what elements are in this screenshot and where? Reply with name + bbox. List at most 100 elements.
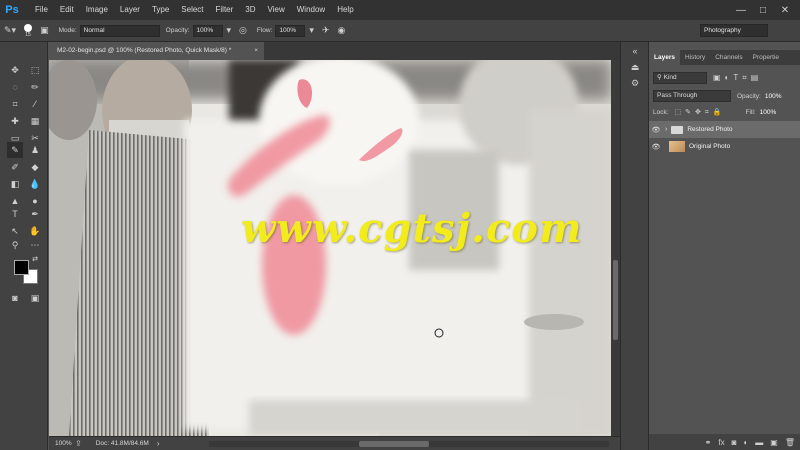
share-icon[interactable]: ⇪ (75, 439, 82, 448)
options-bar: ✎▾ 15 ▣ Mode: Normal Opacity: 100% ▾ ◎ F… (0, 20, 800, 42)
pen-tool-icon[interactable]: ✒ (27, 206, 43, 222)
quick-select-tool-icon[interactable]: ✏ (27, 79, 43, 95)
horizontal-scrollbar[interactable] (209, 441, 609, 447)
workspace-switcher[interactable]: Photography (700, 24, 768, 37)
flow-field[interactable]: 100% (275, 24, 306, 37)
new-group-icon[interactable]: ▬ (755, 438, 763, 447)
expand-panels-icon[interactable]: « (628, 46, 642, 60)
flow-label: Flow: (256, 27, 273, 34)
lock-row: Lock: ⬚✎✥⌗🔒 Fill: 100% (653, 108, 776, 117)
blur-tool-icon[interactable]: 💧 (27, 176, 43, 192)
document-tab-title: M2-02-begin.psd @ 100% (Restored Photo, … (57, 47, 232, 54)
minimize-button[interactable]: — (730, 5, 752, 16)
swap-colors-icon[interactable]: ⇄ (30, 254, 40, 264)
opacity-label: Opacity: (165, 27, 190, 34)
visibility-eye-icon[interactable]: 👁 (649, 126, 663, 134)
brush-tip-icon (24, 23, 33, 32)
menu-filter[interactable]: Filter (210, 0, 240, 20)
new-layer-icon[interactable]: ▣ (770, 438, 778, 447)
layer-name[interactable]: Restored Photo (687, 126, 732, 133)
eraser-tool-icon[interactable]: ◆ (27, 159, 43, 175)
chevron-down-icon[interactable]: ▾ (309, 25, 314, 36)
lock-icons[interactable]: ⬚✎✥⌗🔒 (675, 108, 726, 117)
foreground-color-swatch[interactable] (14, 260, 29, 275)
mode-label: Mode: (58, 27, 77, 34)
menu-type[interactable]: Type (146, 0, 175, 20)
layer-row[interactable]: 👁 › Restored Photo (649, 121, 800, 138)
history-panel-icon[interactable]: ⏏ (628, 62, 642, 76)
blend-mode-dropdown[interactable]: Pass Through (653, 90, 731, 102)
tab-layers[interactable]: Layers (649, 50, 680, 65)
close-button[interactable]: ✕ (774, 5, 796, 16)
healing-brush-tool-icon[interactable]: ✚ (7, 113, 23, 129)
eyedropper-tool-icon[interactable]: ⁄ (27, 96, 43, 112)
brush-preset-picker[interactable]: 15 (24, 23, 33, 38)
layer-row[interactable]: 👁 Original Photo (649, 138, 800, 155)
link-layers-icon[interactable]: ⚭ (705, 438, 712, 447)
document-info[interactable]: Doc: 41.8M/84.6M (96, 440, 149, 447)
photoshop-logo: Ps (5, 4, 19, 16)
tab-history[interactable]: History (680, 50, 710, 65)
marquee-tool-icon[interactable]: ⬚ (27, 62, 43, 78)
layer-filter-row: ⚲ Kind ▣◐T⌗▤ (653, 72, 762, 84)
content-aware-move-icon[interactable]: ▦ (27, 113, 43, 129)
brush-panel-icon[interactable]: ▣ (40, 25, 49, 36)
vertical-scrollbar-thumb[interactable] (613, 260, 618, 340)
type-tool-icon[interactable]: T (7, 206, 23, 222)
brush-tool-preset-icon[interactable]: ✎▾ (4, 25, 16, 36)
mode-dropdown[interactable]: Normal (79, 24, 160, 37)
menu-help[interactable]: Help (331, 0, 359, 20)
crop-tool-icon[interactable]: ⌗ (7, 96, 23, 112)
quick-mask-icon[interactable]: ◙ (7, 290, 23, 306)
pressure-size-icon[interactable]: ◉ (338, 25, 346, 36)
trash-icon[interactable]: 🗑 (785, 438, 795, 447)
gradient-tool-icon[interactable]: ◧ (7, 176, 23, 192)
visibility-eye-icon[interactable]: 👁 (649, 143, 663, 151)
menu-image[interactable]: Image (80, 0, 114, 20)
airbrush-icon[interactable]: ✈ (322, 25, 330, 36)
zoom-level[interactable]: 100% (55, 440, 75, 447)
screen-mode-icon[interactable]: ▣ (27, 290, 43, 306)
chevron-right-icon[interactable]: › (157, 439, 160, 448)
zoom-tool-icon[interactable]: ⚲ (7, 237, 23, 253)
chevron-down-icon[interactable]: ▾ (227, 25, 232, 36)
fill-value[interactable]: 100% (760, 109, 777, 116)
maximize-button[interactable]: □ (752, 5, 774, 16)
layer-filter-kind[interactable]: ⚲ Kind (653, 72, 707, 84)
document-tab[interactable]: M2-02-begin.psd @ 100% (Restored Photo, … (49, 42, 264, 60)
history-brush-tool-icon[interactable]: ✐ (7, 159, 23, 175)
menu-window[interactable]: Window (291, 0, 331, 20)
pressure-opacity-icon[interactable]: ◎ (239, 25, 247, 36)
lasso-tool-icon[interactable]: ◌ (7, 79, 23, 95)
document-canvas[interactable]: www.cgtsj.com (49, 60, 611, 436)
filter-icons[interactable]: ▣◐T⌗▤ (713, 73, 762, 83)
panel-tabs: Layers History Channels Propertie (649, 50, 800, 65)
brush-tool-icon[interactable]: ✎ (7, 142, 23, 158)
blend-row: Pass Through Opacity: 100% (653, 90, 781, 102)
layer-style-icon[interactable]: fx (718, 438, 724, 447)
collapsed-panel-icons: « ⏏ ⚙ (620, 42, 648, 450)
add-mask-icon[interactable]: ◙ (732, 438, 737, 447)
more-tools-icon[interactable]: ⋯ (27, 237, 43, 253)
chevron-right-icon[interactable]: › (665, 126, 667, 133)
menu-file[interactable]: File (29, 0, 54, 20)
watermark-text: www.cgtsj.com (241, 205, 583, 252)
menu-edit[interactable]: Edit (54, 0, 80, 20)
layer-opacity-value[interactable]: 100% (765, 93, 782, 100)
move-tool-icon[interactable]: ✥ (7, 62, 23, 78)
clone-stamp-tool-icon[interactable]: ♟ (27, 142, 43, 158)
lock-label: Lock: (653, 109, 669, 116)
menu-view[interactable]: View (262, 0, 291, 20)
menu-3d[interactable]: 3D (239, 0, 261, 20)
menu-select[interactable]: Select (175, 0, 209, 20)
tab-channels[interactable]: Channels (710, 50, 747, 65)
layer-name[interactable]: Original Photo (689, 143, 730, 150)
menu-layer[interactable]: Layer (114, 0, 146, 20)
adjustments-panel-icon[interactable]: ⚙ (628, 78, 642, 92)
vertical-scrollbar[interactable] (611, 60, 620, 436)
adjustment-layer-icon[interactable]: ◐ (743, 438, 748, 447)
close-icon[interactable]: × (254, 42, 258, 60)
opacity-field[interactable]: 100% (192, 24, 223, 37)
tab-properties[interactable]: Propertie (748, 50, 784, 65)
horizontal-scrollbar-thumb[interactable] (359, 441, 429, 447)
